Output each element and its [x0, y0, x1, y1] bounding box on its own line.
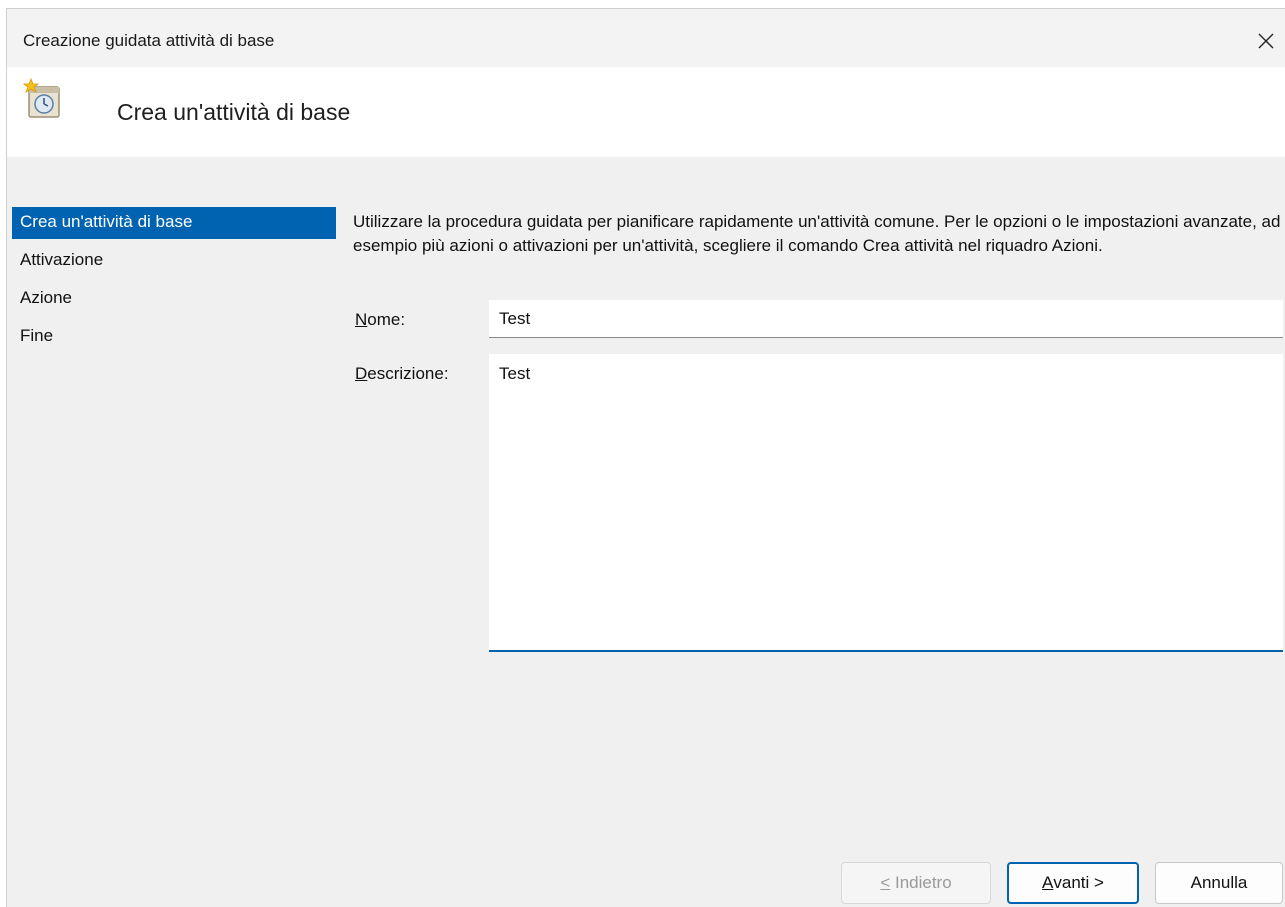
wizard-window: Creazione guidata attività di base Crea … [6, 8, 1285, 907]
steps-list: Crea un'attività di base Attivazione Azi… [12, 207, 336, 359]
step-trigger: Attivazione [20, 250, 104, 269]
next-button-mnemonic: A [1042, 873, 1054, 892]
wizard-content: Crea un'attività di base Attivazione Azi… [7, 157, 1285, 907]
step-finish: Fine [20, 326, 54, 345]
description-label-text: escrizione: [367, 364, 449, 383]
close-button[interactable] [1246, 23, 1285, 59]
window-title: Creazione guidata attività di base [23, 31, 275, 50]
title-bar: Creazione guidata attività di base [7, 9, 1285, 67]
back-button-label: Indietro [890, 873, 952, 892]
name-label-text: ome: [367, 310, 406, 329]
name-label: Nome: [355, 310, 405, 330]
step-action: Azione [20, 288, 72, 307]
description-textarea[interactable]: Test [489, 354, 1283, 652]
step-create-basic-task: Crea un'attività di base [12, 207, 336, 239]
name-label-mnemonic: N [355, 310, 368, 329]
cancel-button[interactable]: Annulla [1155, 862, 1283, 904]
next-button[interactable]: Avanti > [1007, 862, 1139, 904]
wizard-header: Crea un'attività di base [7, 67, 1285, 157]
next-button-label: vanti > [1053, 873, 1104, 892]
back-button[interactable]: < Indietro [841, 862, 991, 904]
intro-text: Utilizzare la procedura guidata per pian… [353, 212, 1281, 255]
page-title: Crea un'attività di base [117, 99, 351, 125]
description-label: Descrizione: [355, 364, 449, 384]
close-icon [1258, 33, 1274, 49]
task-scheduler-icon [22, 77, 60, 118]
back-button-mnemonic: < [880, 873, 891, 892]
name-input[interactable] [489, 300, 1283, 338]
description-label-mnemonic: D [355, 364, 368, 383]
